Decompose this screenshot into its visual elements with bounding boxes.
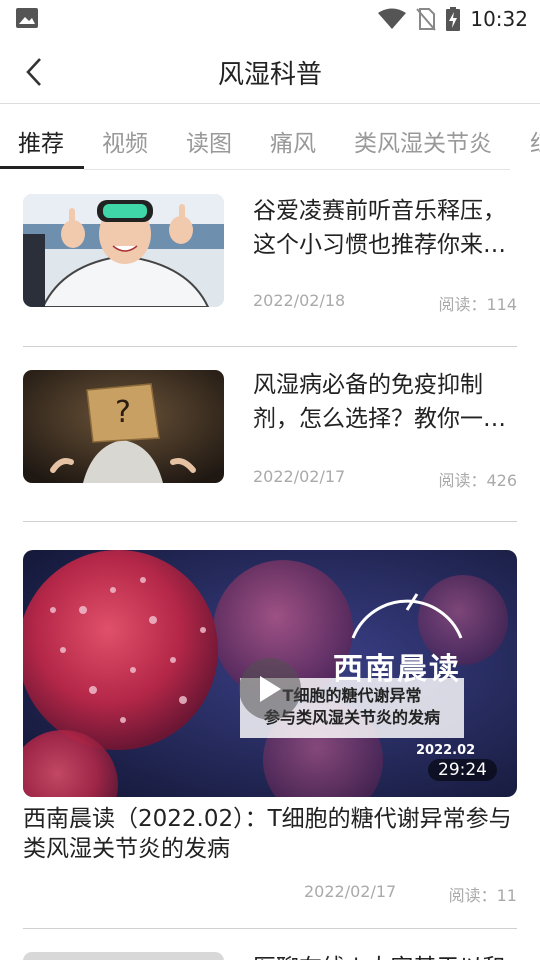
tab-partial[interactable]: 红 [530,124,540,158]
article-thumbnail [23,194,224,307]
tab-read-images[interactable]: 读图 [186,124,232,158]
svg-text:?: ? [115,395,131,430]
article-read-count: 阅读：114 [438,295,517,314]
video-thumbnail[interactable]: 西南晨读 T细胞的糖代谢异常 参与类风湿关节炎的发病 2022.02 29:24 [23,550,517,797]
tab-video[interactable]: 视频 [102,124,148,158]
play-button[interactable] [239,658,301,720]
video-read-count: 阅读：11 [448,886,517,905]
article-read-count: 阅读：426 [438,471,517,490]
wifi-icon [378,8,407,29]
list-divider [23,521,517,522]
video-duration: 29:24 [428,759,497,781]
tab-rheumatoid-arthritis[interactable]: 类风湿关节炎 [354,124,492,158]
video-title[interactable]: 西南晨读（2022.02）：T细胞的糖代谢异常参与类风湿关节炎的发病 [23,804,517,864]
video-date: 2022/02/17 [304,882,397,901]
page-title: 风湿科普 [217,60,322,90]
status-bar: 10:32 [0,0,540,38]
status-time: 10:32 [470,7,528,31]
article-thumbnail [23,952,224,960]
article-thumbnail: ? [23,370,224,483]
tab-recommended[interactable]: 推荐 [18,124,64,158]
list-divider [23,928,517,929]
video-cover-caption-line1: T细胞的糖代谢异常 [282,686,422,705]
category-tabs: 推荐 视频 读图 痛风 类风湿关节炎 红 [0,104,540,172]
battery-charging-icon [446,7,461,31]
active-tab-indicator [0,166,84,169]
article-date: 2022/02/17 [253,467,346,486]
tabs-divider [84,169,510,170]
gallery-icon [16,8,38,28]
video-cover-date: 2022.02 [416,743,476,758]
tab-gout[interactable]: 痛风 [270,124,316,158]
article-title: 风湿病必备的免疫抑制剂，怎么选择？教你一… [253,372,506,432]
article-title: 谷爱凌赛前听音乐释压，这个小习惯也推荐你来… [253,198,506,258]
no-sim-icon [416,8,437,31]
play-icon [260,676,281,702]
article-title[interactable]: 医聊在线 | 大家基于以和 [253,948,515,960]
title-bar: 风湿科普 [0,38,540,104]
article-date: 2022/02/18 [253,291,346,310]
list-divider [23,346,517,347]
